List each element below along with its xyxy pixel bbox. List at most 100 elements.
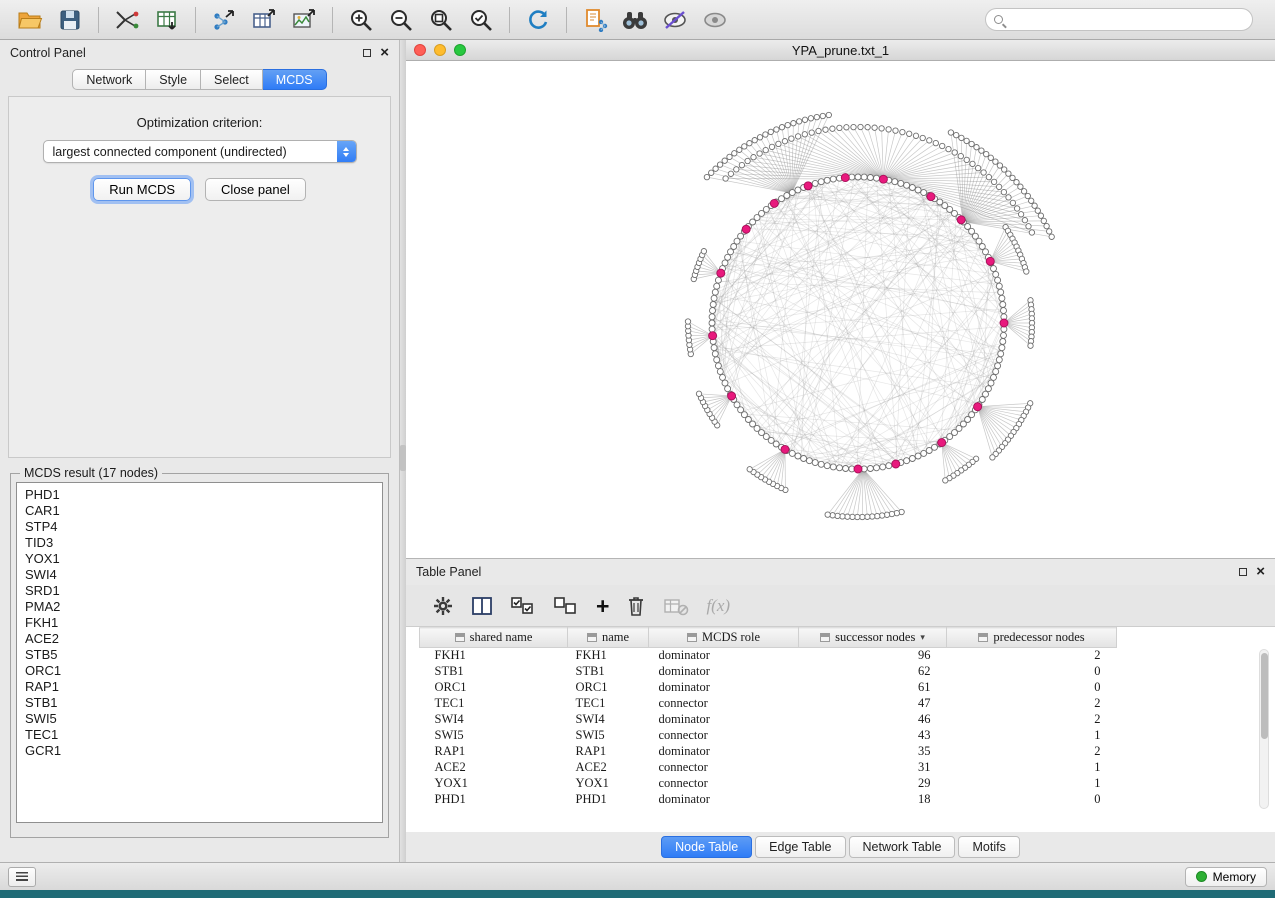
table-row[interactable]: SWI4SWI4dominator462 (420, 712, 1270, 728)
export-table-icon[interactable] (244, 4, 284, 36)
tab-node-table[interactable]: Node Table (661, 836, 752, 858)
mcds-result-box: MCDS result (17 nodes) PHD1CAR1STP4TID3Y… (10, 466, 389, 838)
mcds-result-item[interactable]: CAR1 (25, 503, 382, 519)
column-label: successor nodes (835, 630, 915, 645)
column-menu-icon[interactable] (587, 633, 597, 642)
table-cell: STB1 (568, 664, 649, 680)
tab-style[interactable]: Style (146, 69, 201, 90)
toolbar-separator (509, 7, 510, 33)
mcds-result-item[interactable]: ORC1 (25, 663, 382, 679)
settings-icon[interactable] (432, 591, 454, 621)
add-row-icon[interactable]: + (596, 591, 609, 621)
mcds-result-item[interactable]: FKH1 (25, 615, 382, 631)
column-header-shared-name[interactable]: shared name (420, 628, 568, 648)
table-row[interactable]: STB1STB1dominator620 (420, 664, 1270, 680)
column-menu-icon[interactable] (820, 633, 830, 642)
mcds-result-item[interactable]: RAP1 (25, 679, 382, 695)
tab-motifs[interactable]: Motifs (958, 836, 1019, 858)
refresh-view-icon[interactable] (518, 4, 558, 36)
import-table-icon[interactable] (147, 4, 187, 36)
column-label: shared name (470, 630, 533, 645)
network-graph[interactable] (406, 61, 1272, 555)
split-columns-icon[interactable] (471, 591, 493, 621)
float-panel-icon[interactable] (363, 49, 371, 57)
sort-indicator-icon: ▾ (920, 632, 925, 643)
table-row[interactable]: SWI5SWI5connector431 (420, 728, 1270, 744)
search-binoculars-icon[interactable] (615, 4, 655, 36)
column-header-successor-nodes[interactable]: successor nodes ▾ (799, 628, 947, 648)
table-row[interactable]: RAP1RAP1dominator352 (420, 744, 1270, 760)
tab-network-table[interactable]: Network Table (849, 836, 956, 858)
table-row[interactable]: ACE2ACE2connector311 (420, 760, 1270, 776)
deselect-all-icon[interactable] (553, 591, 579, 621)
select-all-icon[interactable] (510, 591, 536, 621)
control-panel-tabs: NetworkStyleSelectMCDS (0, 69, 399, 90)
clear-table-icon[interactable] (663, 591, 689, 621)
memory-button[interactable]: Memory (1185, 867, 1267, 887)
search-input[interactable] (1010, 13, 1244, 27)
mcds-result-item[interactable]: STP4 (25, 519, 382, 535)
mcds-result-item[interactable]: TEC1 (25, 727, 382, 743)
mcds-result-item[interactable]: PHD1 (25, 487, 382, 503)
zoom-fit-icon[interactable] (421, 4, 461, 36)
table-row[interactable]: PHD1PHD1dominator180 (420, 792, 1270, 808)
close-panel-icon[interactable]: × (380, 48, 389, 58)
table-cell: 29 (799, 776, 947, 792)
save-icon[interactable] (50, 4, 90, 36)
export-image-icon[interactable] (284, 4, 324, 36)
tab-mcds[interactable]: MCDS (263, 69, 327, 90)
column-header-predecessor-nodes[interactable]: predecessor nodes (947, 628, 1117, 648)
column-menu-icon[interactable] (455, 633, 465, 642)
table-row[interactable]: TEC1TEC1connector472 (420, 696, 1270, 712)
mcds-result-item[interactable]: SWI4 (25, 567, 382, 583)
network-canvas[interactable] (406, 61, 1275, 558)
column-menu-icon[interactable] (978, 633, 988, 642)
table-cell: 0 (947, 792, 1117, 808)
run-mcds-button[interactable]: Run MCDS (93, 178, 191, 201)
table-cell: 96 (799, 648, 947, 664)
tab-select[interactable]: Select (201, 69, 263, 90)
hide-glyphs-icon[interactable] (655, 4, 695, 36)
table-cell: dominator (649, 680, 799, 696)
mcds-result-item[interactable]: SRD1 (25, 583, 382, 599)
close-panel-button[interactable]: Close panel (205, 178, 306, 201)
mcds-result-item[interactable]: YOX1 (25, 551, 382, 567)
table-panel-title: Table Panel (416, 565, 481, 579)
tab-edge-table[interactable]: Edge Table (755, 836, 845, 858)
mcds-result-item[interactable]: STB5 (25, 647, 382, 663)
status-menu-button[interactable] (8, 867, 36, 887)
optimization-criterion-select[interactable]: largest connected component (undirected) (43, 140, 357, 163)
zoom-out-icon[interactable] (381, 4, 421, 36)
table-row[interactable]: ORC1ORC1dominator610 (420, 680, 1270, 696)
zoom-selected-icon[interactable] (461, 4, 501, 36)
tab-network[interactable]: Network (72, 69, 146, 90)
table-cell: ORC1 (568, 680, 649, 696)
copy-document-icon[interactable] (575, 4, 615, 36)
table-row[interactable]: YOX1YOX1connector291 (420, 776, 1270, 792)
table-scrollbar[interactable] (1259, 649, 1269, 809)
open-folder-icon[interactable] (10, 4, 50, 36)
function-builder-icon[interactable]: f(x) (706, 591, 730, 621)
table-scrollbar-thumb[interactable] (1261, 653, 1268, 739)
toolbar-separator (98, 7, 99, 33)
mcds-result-item[interactable]: PMA2 (25, 599, 382, 615)
mcds-result-item[interactable]: GCR1 (25, 743, 382, 759)
mcds-result-item[interactable]: SWI5 (25, 711, 382, 727)
import-network-icon[interactable] (107, 4, 147, 36)
column-header-MCDS-role[interactable]: MCDS role (649, 628, 799, 648)
table-cell: FKH1 (420, 648, 568, 664)
export-network-icon[interactable] (204, 4, 244, 36)
table-row[interactable]: FKH1FKH1dominator962 (420, 648, 1270, 664)
mcds-result-item[interactable]: ACE2 (25, 631, 382, 647)
show-glyphs-icon[interactable] (695, 4, 735, 36)
close-table-panel-icon[interactable]: × (1256, 567, 1265, 577)
mcds-result-item[interactable]: TID3 (25, 535, 382, 551)
mcds-result-item[interactable]: STB1 (25, 695, 382, 711)
delete-row-icon[interactable] (626, 591, 646, 621)
table-cell: TEC1 (420, 696, 568, 712)
column-header-name[interactable]: name (568, 628, 649, 648)
float-table-panel-icon[interactable] (1239, 568, 1247, 576)
zoom-in-icon[interactable] (341, 4, 381, 36)
column-menu-icon[interactable] (687, 633, 697, 642)
table-cell: 18 (799, 792, 947, 808)
